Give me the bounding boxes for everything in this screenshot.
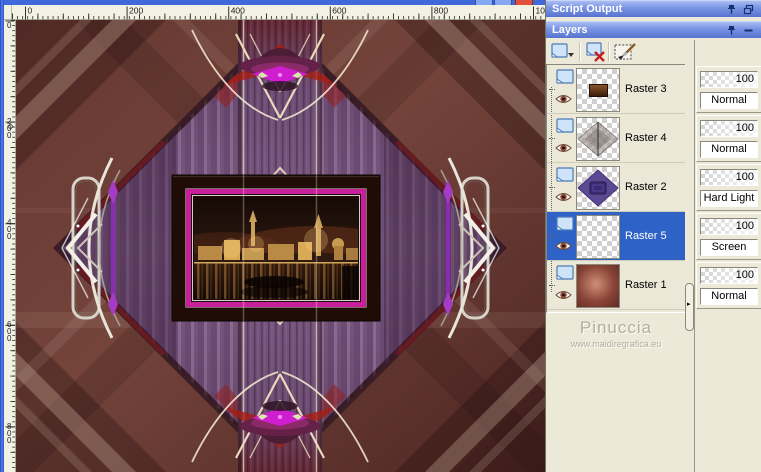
raster-layer-icon [556, 69, 574, 84]
thumb-purple-diamond [577, 169, 619, 207]
blend-mode-dropdown[interactable]: Normal [700, 92, 758, 109]
layer-thumbnail[interactable] [576, 215, 620, 259]
layer-row-raster2[interactable]: Raster 2 [547, 163, 685, 212]
delete-layer-icon[interactable] [583, 41, 609, 63]
layer-controls-raster4: 100 Normal [696, 115, 761, 162]
opacity-slider[interactable]: 100 [700, 120, 758, 137]
panel-splitter[interactable]: ▸ [685, 40, 695, 472]
opacity-slider[interactable]: 100 [700, 218, 758, 235]
layer-list: Raster 3 Raster 4 Raster 2 Raster 5 Rast… [546, 64, 686, 313]
layer-name: Raster 1 [625, 279, 667, 291]
app-screen: 0 200 400 600 800 1000 [0, 0, 761, 472]
layer-thumbnail[interactable] [576, 117, 620, 161]
layer-row-raster4[interactable]: Raster 4 [547, 114, 685, 163]
blend-mode-dropdown[interactable]: Normal [700, 141, 758, 158]
layer-link-stub [549, 89, 555, 90]
layer-name: Raster 3 [625, 83, 667, 95]
ruler-corner [4, 5, 12, 20]
svg-text:0: 0 [28, 6, 33, 16]
ruler-label: 600 [7, 320, 12, 343]
layer-link-stub [549, 138, 555, 139]
opacity-value: 100 [735, 220, 754, 232]
chevron-right-icon: ▸ [687, 301, 691, 308]
thumb-bronze-frame [589, 84, 608, 97]
layer-name: Raster 5 [625, 230, 667, 242]
svg-text:600: 600 [332, 6, 346, 16]
visibility-eye-icon[interactable] [555, 93, 572, 105]
layer-thumbnail[interactable] [576, 166, 620, 210]
layers-toolbar [546, 40, 685, 64]
opacity-slider[interactable]: 100 [700, 71, 758, 88]
svg-text:1000: 1000 [536, 6, 546, 16]
opacity-value: 100 [735, 73, 754, 85]
layer-row-raster5-selected[interactable]: Raster 5 [547, 212, 685, 261]
ruler-label: 400 [7, 218, 12, 241]
ruler-label: 0 [7, 21, 12, 30]
raster-layer-icon [556, 167, 574, 182]
script-output-title: Script Output [552, 3, 623, 15]
blend-mode-dropdown[interactable]: Hard Light [700, 190, 758, 207]
blend-mode-dropdown[interactable]: Screen [700, 239, 758, 256]
layer-row-raster3[interactable]: Raster 3 [547, 65, 685, 114]
opacity-slider[interactable]: 100 [700, 267, 758, 284]
script-output-titlebar[interactable]: Script Output [546, 0, 761, 17]
layer-name: Raster 4 [625, 132, 667, 144]
vertical-ruler: 0 200 400 600 800 [4, 20, 16, 472]
blend-mode-dropdown[interactable]: Normal [700, 288, 758, 305]
splitter-handle[interactable]: ▸ [685, 283, 694, 331]
layer-thumbnail[interactable] [576, 264, 620, 308]
toolbar-separator [608, 42, 610, 62]
opacity-slider[interactable]: 100 [700, 169, 758, 186]
edit-selection-icon[interactable] [612, 41, 638, 63]
toolbar-separator [579, 42, 581, 62]
layer-link-stub [549, 236, 555, 237]
layer-name: Raster 2 [625, 181, 667, 193]
canvas-artwork[interactable] [16, 20, 545, 472]
watermark-site: www.maidiregrafica.eu [570, 339, 662, 349]
horizontal-ruler: 0 200 400 600 800 1000 [12, 5, 545, 20]
svg-text:800: 800 [434, 6, 448, 16]
raster-layer-icon [556, 265, 574, 280]
layers-title: Layers [552, 24, 588, 36]
svg-text:400: 400 [231, 6, 245, 16]
layer-controls-raster2: 100 Hard Light [696, 164, 761, 211]
ruler-label: 800 [7, 422, 12, 445]
layer-row-raster1[interactable]: Raster 1 [547, 261, 685, 310]
thumb-gray-ornament [577, 121, 619, 157]
layer-link-stub [549, 285, 555, 286]
pin-icon[interactable] [726, 4, 737, 15]
ruler-label: 200 [7, 117, 12, 140]
float-icon[interactable] [743, 4, 754, 15]
raster-layer-icon [556, 216, 574, 231]
visibility-eye-icon[interactable] [555, 289, 572, 301]
layer-controls-raster3: 100 Normal [696, 66, 761, 113]
raster-layer-icon [556, 118, 574, 133]
layer-thumbnail[interactable] [576, 68, 620, 112]
visibility-eye-icon[interactable] [555, 191, 572, 203]
watermark-name: Pinuccia [579, 318, 653, 337]
pin-icon[interactable] [726, 25, 737, 36]
image-window: 0 200 400 600 800 1000 [0, 0, 546, 472]
layer-controls-raster5: 100 Screen [696, 213, 761, 260]
svg-text:200: 200 [129, 6, 143, 16]
opacity-value: 100 [735, 269, 754, 281]
opacity-value: 100 [735, 171, 754, 183]
new-layer-icon[interactable] [549, 41, 575, 63]
visibility-eye-icon[interactable] [555, 240, 572, 252]
visibility-eye-icon[interactable] [555, 142, 572, 154]
opacity-value: 100 [735, 122, 754, 134]
layers-titlebar[interactable]: Layers [546, 21, 761, 38]
layer-controls-raster1: 100 Normal [696, 262, 761, 309]
layer-link-stub [549, 187, 555, 188]
watermark: Pinuccia www.maidiregrafica.eu [546, 318, 686, 349]
collapse-icon[interactable] [743, 25, 754, 36]
thumb-red-gradient [577, 265, 619, 307]
palette-panel: Script Output Layers Raster 3 Raster 4 R… [546, 0, 761, 472]
